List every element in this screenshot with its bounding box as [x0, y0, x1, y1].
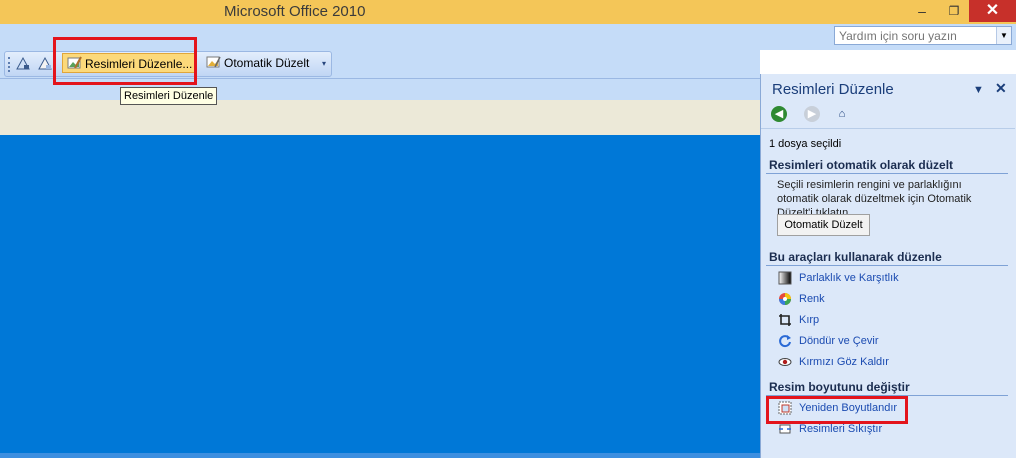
edit-pictures-label: Resimleri Düzenle...	[85, 57, 193, 71]
tool-link-brightness-contrast[interactable]: Parlaklık ve Karşıtlık	[799, 272, 899, 284]
document-header-strip	[0, 100, 760, 135]
tool-link-rotate-flip[interactable]: Döndür ve Çevir	[799, 335, 878, 347]
more-contrast-icon[interactable]	[15, 56, 31, 71]
auto-correct-label: Otomatik Düzelt	[224, 56, 310, 70]
color-wheel-icon[interactable]	[778, 292, 792, 306]
brightness-contrast-icon[interactable]	[778, 271, 792, 285]
back-arrow-icon[interactable]: ◀	[771, 106, 787, 122]
close-button[interactable]: ✕	[969, 0, 1016, 22]
help-search-box[interactable]: ▼	[834, 26, 1012, 45]
section-divider	[766, 173, 1008, 174]
tool-link-resize[interactable]: Yeniden Boyutlandır	[799, 402, 897, 414]
section-divider	[766, 265, 1008, 266]
forward-arrow-icon[interactable]: ▶	[804, 106, 820, 122]
home-icon[interactable]: ⌂	[834, 106, 850, 121]
task-pane: Resimleri Düzenle ▼ ✕ ◀ ▶ ⌂ 1 dosya seçi…	[760, 74, 1016, 458]
toolbar-overflow-icon[interactable]: ▾	[322, 59, 332, 73]
more-brightness-icon[interactable]	[37, 56, 53, 71]
document-canvas[interactable]	[0, 135, 760, 458]
task-pane-close-icon[interactable]: ✕	[995, 80, 1009, 96]
help-dropdown-icon[interactable]: ▼	[996, 27, 1011, 44]
auto-section-title: Resimleri otomatik olarak düzelt	[769, 158, 954, 172]
auto-correct-button[interactable]: Otomatik Düzelt	[202, 53, 313, 73]
crop-icon[interactable]	[778, 313, 792, 327]
edit-pictures-tooltip: Resimleri Düzenle	[120, 87, 218, 105]
maximize-button[interactable]: ❐	[940, 0, 968, 22]
tool-link-red-eye[interactable]: Kırmızı Göz Kaldır	[799, 356, 889, 368]
edit-pictures-icon	[67, 56, 82, 69]
minimize-button[interactable]: –	[908, 0, 936, 22]
window-title: Microsoft Office 2010	[224, 3, 366, 20]
section-divider	[766, 395, 1008, 396]
tool-link-crop[interactable]: Kırp	[799, 314, 819, 326]
red-eye-icon[interactable]	[778, 355, 792, 369]
toolbar-row: Resimleri Düzenle... Otomatik Düzelt ▾	[0, 50, 760, 78]
edit-pictures-button[interactable]: Resimleri Düzenle...	[62, 53, 198, 73]
task-pane-dropdown-icon[interactable]: ▼	[973, 84, 987, 96]
selected-count-text: 1 dosya seçildi	[769, 138, 842, 150]
auto-correct-icon	[206, 56, 221, 68]
resize-icon[interactable]	[778, 401, 792, 415]
rotate-flip-icon[interactable]	[778, 334, 792, 348]
size-section-title: Resim boyutunu değiştir	[769, 380, 910, 394]
compress-icon[interactable]	[778, 422, 792, 436]
tool-link-color[interactable]: Renk	[799, 293, 825, 305]
task-pane-title: Resimleri Düzenle	[772, 81, 894, 98]
ruler-strip	[0, 78, 760, 101]
help-search-input[interactable]	[835, 27, 995, 44]
title-bar: Microsoft Office 2010 – ❐ ✕	[0, 0, 1016, 25]
nav-divider	[761, 128, 1015, 129]
tools-section-title: Bu araçları kullanarak düzenle	[769, 250, 942, 264]
canvas-bottom-edge	[0, 453, 760, 458]
auto-correct-pane-button[interactable]: Otomatik Düzelt	[777, 214, 870, 236]
tool-link-compress[interactable]: Resimleri Sıkıştır	[799, 423, 882, 435]
picture-toolbar: Resimleri Düzenle... Otomatik Düzelt ▾	[4, 51, 332, 77]
toolbar-grip-handle[interactable]	[8, 57, 13, 72]
